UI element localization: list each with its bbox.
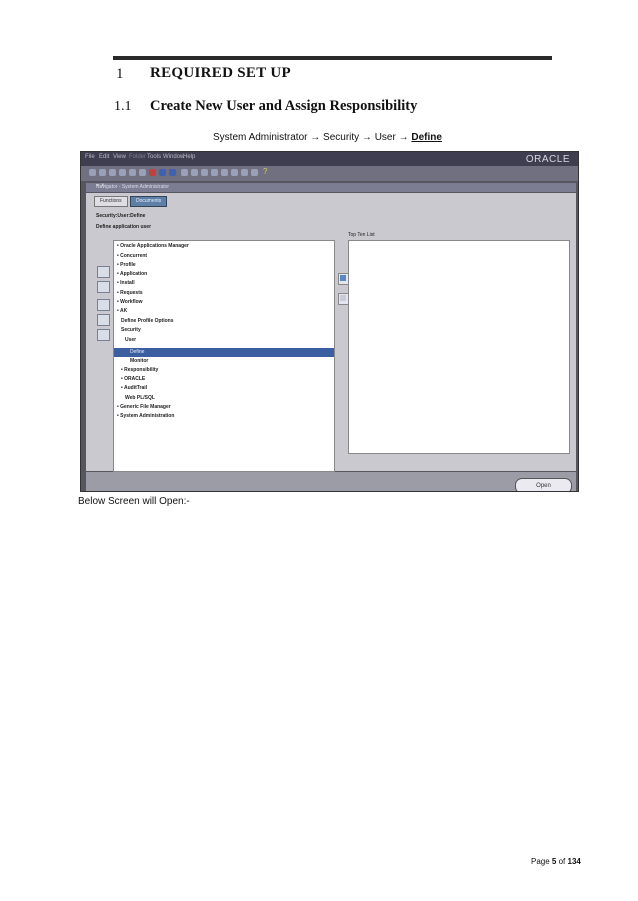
tab-functions[interactable]: Functions (94, 196, 128, 207)
menu-file[interactable]: File (85, 154, 95, 160)
navigation-path: System Administrator → Security → User →… (213, 132, 442, 143)
menu-bar: File Edit View Folder Tools Window Help … (81, 152, 578, 166)
navigator-footer: Open (86, 472, 576, 491)
paste-icon[interactable] (181, 169, 188, 176)
page-number: 5 (551, 857, 557, 866)
section-title: REQUIRED SET UP (150, 65, 291, 81)
menu-help[interactable]: Help (183, 154, 195, 160)
tree-item[interactable]: • AuditTrail (121, 385, 147, 391)
tree-item[interactable]: • Workflow (117, 299, 143, 305)
translations-icon[interactable] (231, 169, 238, 176)
close-form-icon[interactable] (149, 169, 156, 176)
tree-item[interactable]: Security (121, 327, 141, 333)
tree-item-selected-label: Define (130, 349, 145, 355)
tree-item[interactable]: • Requests (117, 290, 143, 296)
below-screen-text: Below Screen will Open:- (78, 496, 190, 507)
folder-tools-icon[interactable] (251, 169, 258, 176)
top-ten-list[interactable] (348, 240, 570, 454)
zoom-icon[interactable] (221, 169, 228, 176)
navigator-icon[interactable] (109, 169, 116, 176)
tree-item[interactable]: • Generic File Manager (117, 404, 171, 410)
tree-item-selected[interactable]: Define (114, 348, 334, 357)
subsection-number: 1.1 (114, 99, 132, 114)
navigator-panel: Documents Functions Security:User:Define… (86, 193, 576, 491)
tree-item[interactable]: • Application (117, 271, 147, 277)
tab-documents[interactable]: Documents (130, 196, 168, 207)
tree-item[interactable]: • Concurrent (117, 253, 147, 259)
attachments-icon[interactable] (241, 169, 248, 176)
expand-icon[interactable] (97, 266, 110, 278)
page-footer: Page 5 of 134 (531, 857, 581, 866)
tree-item[interactable]: Web PL/SQL (125, 395, 155, 401)
function-description: Define application user (96, 224, 152, 230)
of-word: of (558, 857, 566, 866)
tree-item[interactable]: • AK (117, 308, 127, 314)
page-word: Page (531, 857, 550, 866)
toolbar: ? (81, 166, 578, 181)
tree-item[interactable]: • Responsibility (121, 367, 158, 373)
save-icon[interactable] (119, 169, 126, 176)
oracle-navigator-screenshot: File Edit View Folder Tools Window Help … (80, 151, 579, 492)
function-tree[interactable]: • Oracle Applications Manager • Concurre… (113, 240, 335, 472)
collapse-all-icon[interactable] (97, 329, 110, 341)
delete-icon[interactable] (201, 169, 208, 176)
collapse-icon[interactable] (97, 281, 110, 293)
section-number: 1 (116, 66, 124, 82)
copy-icon[interactable] (169, 169, 176, 176)
top-ten-label: Top Ten List (348, 232, 375, 238)
subsection-title: Create New User and Assign Responsibilit… (150, 98, 418, 114)
cut-icon[interactable] (159, 169, 166, 176)
tree-item[interactable]: Define Profile Options (121, 318, 174, 324)
open-button[interactable]: Open (515, 478, 572, 491)
oracle-logo: ORACLE (525, 154, 570, 165)
next-step-icon[interactable] (129, 169, 136, 176)
tree-item[interactable]: • System Administration (117, 413, 174, 419)
tree-item[interactable]: User (125, 337, 136, 343)
tree-item[interactable]: • Install (117, 280, 135, 286)
find-icon[interactable] (99, 169, 106, 176)
window-controls-icon[interactable]: ≈ × (96, 183, 572, 189)
menu-view[interactable]: View (113, 154, 126, 160)
edit-field-icon[interactable] (211, 169, 218, 176)
new-icon[interactable] (89, 169, 96, 176)
help-icon[interactable]: ? (263, 167, 267, 176)
clear-record-icon[interactable] (191, 169, 198, 176)
breadcrumb: Security:User:Define (96, 213, 146, 219)
tree-item[interactable]: • ORACLE (121, 376, 145, 382)
menu-edit[interactable]: Edit (99, 154, 109, 160)
expand-branch-icon[interactable] (97, 299, 110, 311)
expand-all-icon[interactable] (97, 314, 110, 326)
navigation-path-last: Define (411, 132, 442, 143)
tree-item[interactable]: • Profile (117, 262, 136, 268)
menu-folder[interactable]: Folder (129, 154, 146, 160)
navigator-title-bar: Navigator - System Administrator ≈ × (86, 183, 576, 192)
tree-item[interactable]: • Oracle Applications Manager (117, 243, 189, 249)
tree-item[interactable]: Monitor (130, 358, 148, 364)
menu-window[interactable]: Window (163, 154, 184, 160)
heading-rule (113, 56, 552, 60)
menu-tools[interactable]: Tools (147, 154, 161, 160)
navigation-path-prefix: System Administrator → Security → User → (213, 132, 412, 143)
print-icon[interactable] (139, 169, 146, 176)
page-total: 134 (567, 857, 581, 866)
